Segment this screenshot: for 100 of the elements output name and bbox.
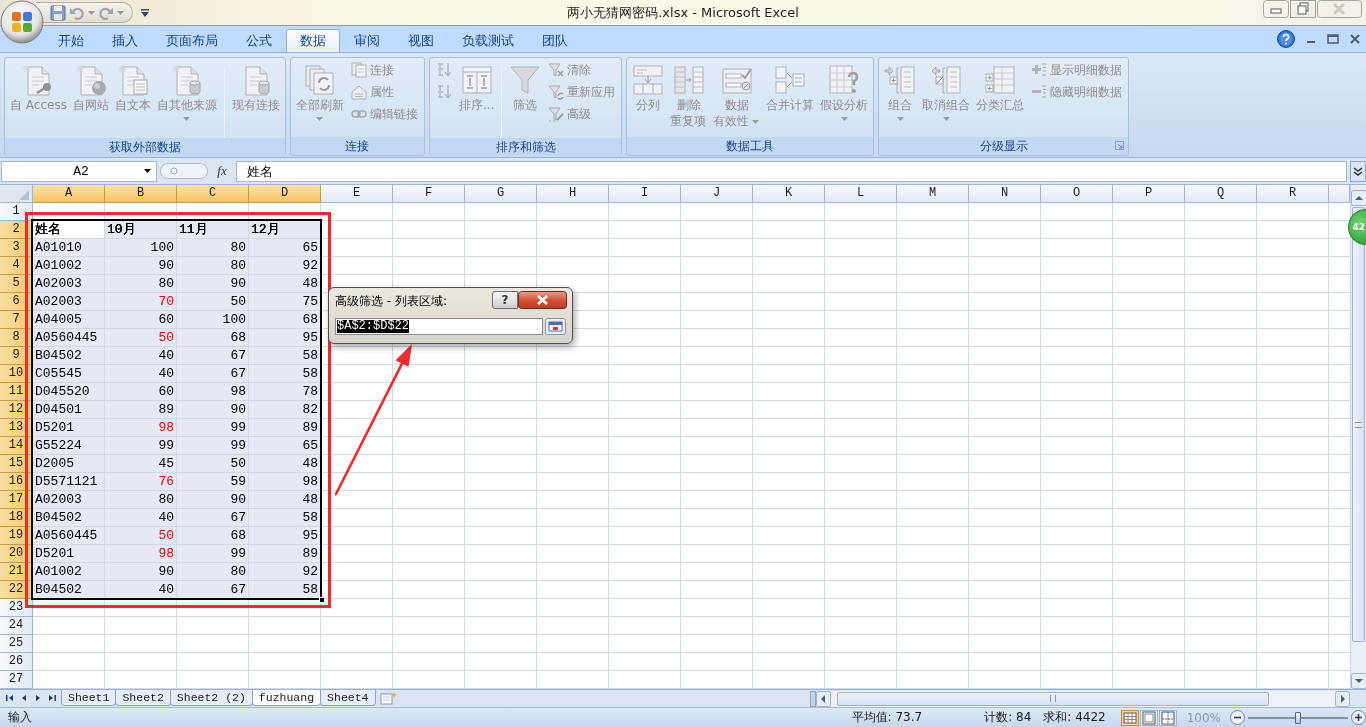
column-header[interactable]: L [825, 185, 897, 203]
sheet-tab[interactable]: fuzhuang [251, 690, 322, 706]
spreadsheet-cell[interactable]: D5571121 [33, 473, 104, 490]
column-header[interactable]: I [609, 185, 681, 203]
spreadsheet-cell[interactable]: 68 [249, 311, 320, 328]
spreadsheet-cell[interactable]: D045520 [33, 383, 104, 400]
column-header[interactable]: M [897, 185, 969, 203]
help-icon[interactable] [1277, 30, 1295, 48]
spreadsheet-cell[interactable]: 89 [249, 545, 320, 562]
spreadsheet-cell[interactable]: B04502 [33, 347, 104, 364]
sheet-tab[interactable]: Sheet1 [61, 690, 117, 706]
spreadsheet-cell[interactable]: 80 [105, 275, 176, 292]
help-button[interactable]: ? [492, 290, 518, 309]
customize-arrow-icon[interactable] [141, 8, 149, 17]
column-header[interactable]: E [321, 185, 393, 203]
spreadsheet-cell[interactable]: 58 [249, 509, 320, 526]
up-arrow-icon[interactable] [1351, 190, 1366, 206]
spreadsheet-cell[interactable]: 92 [249, 257, 320, 274]
ribbon-tab[interactable]: 开始 [44, 29, 98, 52]
skip-left-icon[interactable] [4, 692, 16, 704]
column-header[interactable]: H [537, 185, 609, 203]
spreadsheet-cell[interactable]: 48 [249, 455, 320, 472]
spreadsheet-cell[interactable]: 95 [249, 329, 320, 346]
sheet-tab[interactable]: Sheet4 [320, 690, 376, 706]
spreadsheet-cell[interactable]: 75 [249, 293, 320, 310]
ribbon-tab[interactable]: 团队 [528, 29, 582, 52]
column-header[interactable]: P [1113, 185, 1185, 203]
ribbon-tab[interactable]: 页面布局 [152, 29, 232, 52]
spreadsheet-cell[interactable]: 67 [177, 509, 248, 526]
spreadsheet-cell[interactable]: D5201 [33, 419, 104, 436]
restore-icon[interactable] [1327, 34, 1339, 44]
spreadsheet-cell[interactable]: 59 [177, 473, 248, 490]
column-header[interactable]: G [465, 185, 537, 203]
zoom-out-icon[interactable] [1230, 710, 1245, 725]
scrollbar-thumb[interactable] [837, 691, 1269, 706]
slider-thumb[interactable] [1295, 711, 1301, 724]
spreadsheet-cell[interactable]: 40 [105, 365, 176, 382]
column-header[interactable]: F [393, 185, 465, 203]
spreadsheet-cell[interactable]: 50 [177, 293, 248, 310]
spreadsheet-cell[interactable]: B04502 [33, 509, 104, 526]
spreadsheet-cell[interactable]: 48 [249, 491, 320, 508]
ribbon-tab[interactable]: 公式 [232, 29, 286, 52]
spreadsheet-cell[interactable]: 100 [105, 239, 176, 256]
name-box[interactable]: A2 [1, 160, 157, 182]
spreadsheet-cell[interactable]: 45 [105, 455, 176, 472]
skip-right-icon[interactable] [46, 692, 58, 704]
insert-function-button[interactable]: fx [211, 160, 233, 182]
spreadsheet-cell[interactable]: 89 [105, 401, 176, 418]
spreadsheet-cell[interactable]: 60 [105, 311, 176, 328]
spreadsheet-cell[interactable]: 80 [177, 257, 248, 274]
spreadsheet-cell[interactable]: 90 [177, 491, 248, 508]
spreadsheet-cell[interactable]: 12月 [249, 221, 320, 238]
row-header[interactable]: 27 [0, 671, 33, 689]
spreadsheet-cell[interactable]: 80 [105, 491, 176, 508]
input-field[interactable]: $A$2:$D$22 [335, 318, 543, 335]
close-icon[interactable] [1350, 34, 1360, 44]
spreadsheet-cell[interactable]: 95 [249, 527, 320, 544]
caret-icon[interactable] [144, 169, 151, 173]
spreadsheet-cell[interactable]: 58 [249, 347, 320, 364]
spreadsheet-cell[interactable]: 99 [177, 419, 248, 436]
spreadsheet-cell[interactable]: 90 [105, 563, 176, 580]
column-header[interactable]: C [177, 185, 249, 203]
ribbon-tab[interactable]: 负载测试 [448, 29, 528, 52]
zoom-in-icon[interactable] [1351, 710, 1366, 725]
sheet-tab[interactable]: Sheet2 [115, 690, 171, 706]
spreadsheet-cell[interactable]: 99 [177, 437, 248, 454]
spreadsheet-cell[interactable]: 68 [177, 329, 248, 346]
column-header[interactable]: A [33, 185, 105, 203]
spreadsheet-cell[interactable]: A01002 [33, 257, 104, 274]
splitter-handle-icon[interactable] [160, 162, 208, 180]
spreadsheet-cell[interactable]: 80 [177, 563, 248, 580]
spreadsheet-cell[interactable]: A0560445 [33, 527, 104, 544]
column-header[interactable]: D [249, 185, 321, 203]
spreadsheet-cell[interactable]: 90 [105, 257, 176, 274]
spreadsheet-cell[interactable]: 98 [249, 473, 320, 490]
spreadsheet-cell[interactable]: 99 [105, 437, 176, 454]
spreadsheet-cell[interactable]: G55224 [33, 437, 104, 454]
column-header[interactable]: K [753, 185, 825, 203]
spreadsheet-cell[interactable]: 10月 [105, 221, 176, 238]
spreadsheet-cell[interactable]: C05545 [33, 365, 104, 382]
ribbon-tab[interactable]: 插入 [98, 29, 152, 52]
spreadsheet-cell[interactable]: A04005 [33, 311, 104, 328]
scrollbar-thumb[interactable] [1352, 207, 1365, 642]
spreadsheet-cell[interactable]: 60 [105, 383, 176, 400]
row-header[interactable]: 1 [0, 203, 33, 221]
column-header[interactable]: N [969, 185, 1041, 203]
spreadsheet-cell[interactable]: 67 [177, 581, 248, 598]
window-range-icon[interactable] [545, 318, 566, 335]
dialog-launcher-icon[interactable] [1115, 141, 1125, 150]
close-icon[interactable] [518, 290, 567, 309]
page-view-icon[interactable] [1139, 709, 1158, 726]
row-header[interactable]: 25 [0, 635, 33, 653]
spreadsheet-cell[interactable]: 68 [177, 527, 248, 544]
spreadsheet-cell[interactable]: A02003 [33, 275, 104, 292]
down-arrow-icon[interactable] [1351, 673, 1366, 689]
spreadsheet-cell[interactable]: 67 [177, 365, 248, 382]
spreadsheet-cell[interactable]: 58 [249, 581, 320, 598]
spreadsheet-cell[interactable]: 48 [249, 275, 320, 292]
spreadsheet-cell[interactable]: 90 [177, 275, 248, 292]
row-header[interactable]: 24 [0, 617, 33, 635]
